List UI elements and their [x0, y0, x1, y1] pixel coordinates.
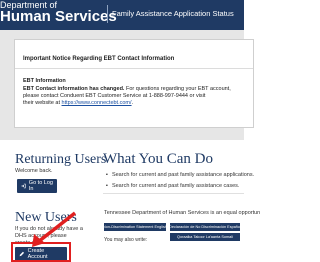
nondiscrimination-spanish-button[interactable]: Declaración de No Discriminación Español [170, 223, 240, 231]
notice-line-3: their website at https://www.connectebt.… [23, 100, 133, 107]
equal-opportunity-text: Tennessee Department of Human Services i… [104, 210, 261, 216]
notice-line-3-start: their website at [23, 100, 62, 106]
go-to-login-button[interactable]: Go to Log In [17, 179, 57, 193]
notice-line-1-rest: For questions regarding your EBT account… [124, 86, 231, 92]
returning-users-title: Returning Users [15, 152, 107, 167]
header-divider [107, 5, 108, 23]
bullet-search-applications: Search for current and past family assis… [106, 172, 254, 178]
notice-divider [15, 68, 253, 69]
login-icon [21, 183, 26, 189]
connectebt-link[interactable]: https://www.connectebt.com/ [62, 100, 132, 106]
app-title: Family Assistance Application Status [112, 9, 234, 18]
notice-line-1: EBT Contact information has changed. For… [23, 86, 231, 93]
bullet-search-cases: Search for current and past family assis… [106, 183, 239, 189]
section-divider [103, 193, 244, 194]
what-you-can-do-title: What You Can Do [103, 151, 214, 167]
nondiscrimination-english-button[interactable]: Non-Discrimination Statement English [104, 223, 166, 231]
site-header: Department of Human Services Family Assi… [0, 0, 244, 30]
ebt-heading: EBT Information [23, 78, 66, 84]
notice-title: Important Notice Regarding EBT Contact I… [23, 56, 175, 62]
you-may-also-write-text: You may also write: [104, 237, 148, 243]
notice-line-3-end: . [131, 100, 134, 106]
notice-line-2: please contact Conduent EBT Customer Ser… [23, 93, 206, 99]
agency-name-line2[interactable]: Human Services [0, 8, 117, 26]
welcome-text: Welcome back. [15, 168, 53, 174]
ebt-notice-panel: Important Notice Regarding EBT Contact I… [14, 39, 254, 128]
annotation-highlight-box [11, 242, 71, 262]
notice-line-1-bold: EBT Contact information has changed. [23, 86, 125, 92]
login-button-label: Go to Log In [28, 180, 53, 192]
nondiscrimination-somali-button[interactable]: Qoraalka Takoor La'aanta Somali [170, 233, 240, 241]
